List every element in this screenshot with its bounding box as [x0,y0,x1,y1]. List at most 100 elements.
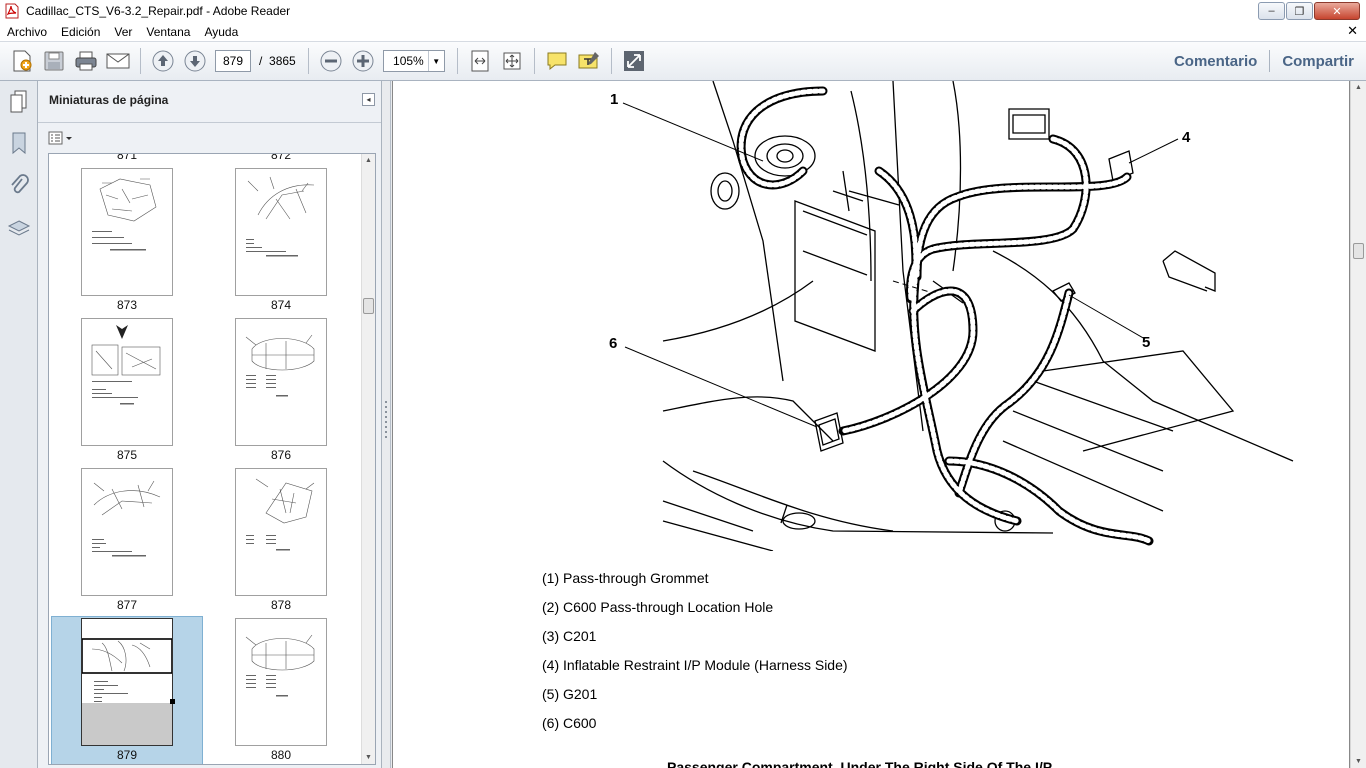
menu-edicion[interactable]: Edición [54,25,107,39]
menu-ver[interactable]: Ver [107,25,139,39]
thumbnail-page-880[interactable] [235,618,327,746]
callout-label: 5 [1142,334,1151,351]
thumbnail-label: 872 [270,153,292,162]
window-title: Cadillac_CTS_V6-3.2_Repair.pdf - Adobe R… [26,4,291,18]
options-list-icon [48,131,72,145]
legend-item: (1) Pass-through Grommet [542,570,709,586]
fit-width-icon [503,52,521,70]
highlight-button[interactable] [575,47,603,75]
thumbnail-label: 873 [116,298,138,312]
email-button[interactable] [104,47,132,75]
zoom-in-button[interactable] [349,47,377,75]
print-button[interactable] [72,47,100,75]
navigation-rail [0,81,38,768]
panel-options-button[interactable] [48,129,74,147]
full-screen-button[interactable] [620,47,648,75]
toolbar-separator [307,48,309,74]
document-scrollbar[interactable]: ▲ ▼ [1350,81,1366,768]
pdf-page[interactable]: 1 4 6 5 (1) Pass-through Grommet (2) C60… [392,81,1350,768]
menu-ayuda[interactable]: Ayuda [197,25,245,39]
thumbnail-label: 877 [116,598,138,612]
fit-page-icon [471,50,489,72]
save-icon [44,51,64,71]
envelope-icon [106,53,130,69]
thumbnail-label: 874 [270,298,292,312]
document-close-button[interactable]: ✕ [1347,23,1358,39]
arrow-up-icon [152,50,174,72]
next-page-button[interactable] [181,47,209,75]
save-button[interactable] [40,47,68,75]
share-link[interactable]: Compartir [1270,53,1366,70]
scroll-up-arrow-icon[interactable]: ▲ [1355,84,1362,91]
fit-page-button[interactable] [466,47,494,75]
sticky-note-button[interactable] [543,47,571,75]
scroll-up-arrow-icon[interactable]: ▲ [365,157,372,164]
legend-item: (3) C201 [542,628,597,644]
scroll-down-arrow-icon[interactable]: ▼ [365,754,372,761]
menu-bar: Archivo Edición Ver Ventana Ayuda ✕ [0,22,1366,41]
zoom-out-button[interactable] [317,47,345,75]
maximize-button[interactable]: ❐ [1286,2,1313,20]
legend-item: (4) Inflatable Restraint I/P Module (Har… [542,657,848,673]
selection-handle[interactable] [170,699,175,704]
fit-width-button[interactable] [498,47,526,75]
thumbnail-page-877[interactable] [81,468,173,596]
document-area: 1 4 6 5 (1) Pass-through Grommet (2) C60… [382,81,1366,768]
toolbar-separator [533,48,535,74]
thumbnail-label: 875 [116,448,138,462]
speech-bubble-icon [547,52,567,71]
page-thumbnails-icon[interactable] [7,89,31,113]
paperclip-icon[interactable] [7,174,31,198]
thumbnail-page-878[interactable] [235,468,327,596]
toolbar-separator [610,48,612,74]
zoom-value: 105% [393,54,424,68]
zoom-select[interactable]: 105% ▼ [382,50,445,72]
title-bar: Cadillac_CTS_V6-3.2_Repair.pdf - Adobe R… [0,0,1366,22]
callout-label: 6 [609,335,618,352]
create-pdf-button[interactable] [8,47,36,75]
thumbnail-list[interactable]: 871 872 873 874 875 876 877 878 879 880 … [48,153,376,765]
panel-title: Miniaturas de página [49,93,169,107]
arrow-down-icon [184,50,206,72]
close-button[interactable]: ✕ [1314,2,1360,20]
thumbnail-label: 871 [116,153,138,162]
plus-circle-icon [352,50,374,72]
thumbnail-scrollbar[interactable]: ▲ ▼ [361,154,375,764]
minus-circle-icon [320,50,342,72]
page-number-input[interactable]: 879 [215,50,251,72]
collapse-panel-button[interactable]: ◂ [362,93,375,106]
toolbar-separator [456,48,458,74]
expand-icon [623,51,644,71]
thumbnail-page-873[interactable] [81,168,173,296]
section-heading: Passenger Compartment, Under The Right S… [667,759,1053,768]
scrollbar-thumb[interactable] [363,298,374,314]
layers-icon[interactable] [7,217,31,241]
callout-label: 4 [1182,129,1191,146]
thumbnail-label: 880 [270,748,292,762]
panel-splitter[interactable] [382,81,391,768]
bookmark-icon[interactable] [7,131,31,155]
menu-archivo[interactable]: Archivo [0,25,54,39]
chevron-down-icon[interactable]: ▼ [427,51,444,71]
page-total: / 3865 [259,54,296,68]
thumbnail-label: 878 [270,598,292,612]
thumbnail-page-876[interactable] [235,318,327,446]
comment-link[interactable]: Comentario [1162,53,1269,70]
menu-ventana[interactable]: Ventana [139,25,197,39]
panel-header: Miniaturas de página ◂ [38,81,381,123]
previous-page-button[interactable] [149,47,177,75]
legend-item: (5) G201 [542,686,598,702]
thumbnail-page-875[interactable] [81,318,173,446]
scroll-down-arrow-icon[interactable]: ▼ [1355,758,1362,765]
callout-label: 1 [610,91,619,108]
wiring-harness-illustration [622,81,1294,551]
legend-item: (2) C600 Pass-through Location Hole [542,599,774,615]
thumbnail-page-879[interactable] [81,618,175,746]
printer-icon [75,51,97,71]
minimize-button[interactable]: – [1258,2,1285,20]
legend-item: (6) C600 [542,715,597,731]
scrollbar-thumb[interactable] [1353,243,1364,259]
thumbnail-page-874[interactable] [235,168,327,296]
create-pdf-icon [13,50,32,72]
highlighter-icon [578,52,599,69]
